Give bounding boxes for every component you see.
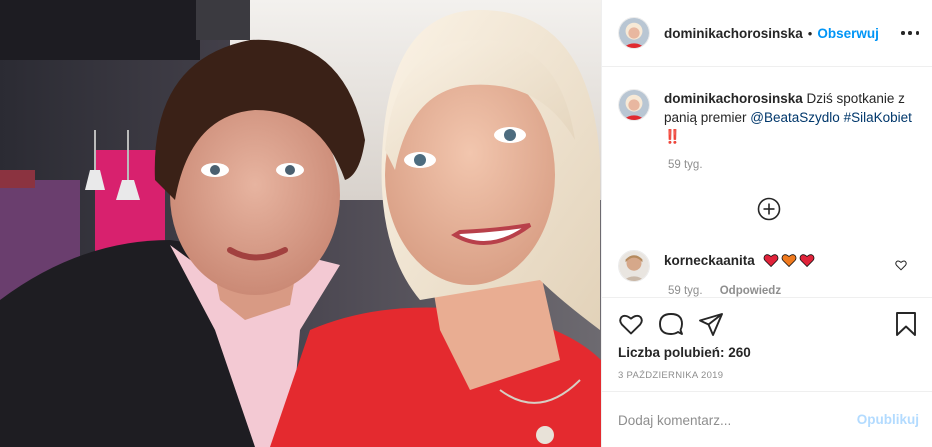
like-heart-icon[interactable] bbox=[618, 311, 644, 337]
commenter-avatar[interactable] bbox=[618, 250, 650, 282]
red-heart-icon bbox=[799, 254, 814, 268]
post-header: dominikachorosinska • Obserwuj bbox=[602, 0, 932, 67]
caption-time[interactable]: 59 tyg. bbox=[668, 159, 703, 171]
comment-like-heart-icon[interactable] bbox=[895, 259, 907, 271]
caption-username[interactable]: dominikachorosinska bbox=[664, 91, 803, 106]
instagram-post: dominikachorosinska • Obserwuj dominikac… bbox=[0, 0, 932, 447]
comment-time[interactable]: 59 tyg. bbox=[668, 285, 703, 297]
author-username[interactable]: dominikachorosinska bbox=[664, 26, 803, 41]
separator-dot: • bbox=[807, 25, 813, 41]
comment-meta: 59 tyg. Odpowiedz bbox=[668, 285, 795, 297]
comment-bubble-icon[interactable] bbox=[658, 311, 684, 337]
load-more-comments-icon[interactable] bbox=[757, 197, 781, 221]
author-avatar[interactable] bbox=[618, 17, 650, 49]
commenter-username[interactable]: korneckaanita bbox=[664, 253, 755, 268]
add-comment-bar: Opublikuj bbox=[602, 391, 932, 447]
heart-emojis bbox=[763, 252, 815, 268]
comment-input[interactable] bbox=[618, 410, 838, 430]
comments-list[interactable]: dominikachorosinska Dziś spotkanie z pan… bbox=[602, 67, 932, 297]
mention-link[interactable]: @BeataSzydlo bbox=[750, 110, 840, 125]
save-bookmark-icon[interactable] bbox=[893, 311, 919, 337]
reply-button[interactable]: Odpowiedz bbox=[720, 285, 781, 297]
red-heart-icon bbox=[763, 254, 778, 268]
comment-item: korneckaanita 59 tyg. Odpowiedz bbox=[618, 250, 918, 297]
orange-heart-icon bbox=[781, 254, 796, 268]
post-date[interactable]: 3 PAŹDZIERNIKA 2019 bbox=[618, 370, 723, 381]
selfie-image bbox=[0, 0, 601, 447]
post-comment-button[interactable]: Opublikuj bbox=[857, 412, 919, 427]
follow-button[interactable]: Obserwuj bbox=[817, 26, 879, 41]
action-icons bbox=[618, 311, 918, 337]
more-options-icon[interactable] bbox=[901, 24, 919, 42]
post-caption: dominikachorosinska Dziś spotkanie z pan… bbox=[618, 89, 918, 171]
post-photo[interactable] bbox=[0, 0, 601, 447]
hashtag-link[interactable]: #SilaKobiet bbox=[844, 110, 912, 125]
share-paper-plane-icon[interactable] bbox=[698, 311, 724, 337]
caption-emoji: ‼️ bbox=[664, 129, 681, 144]
likes-count[interactable]: Liczba polubień: 260 bbox=[618, 345, 751, 360]
caption-text: dominikachorosinska Dziś spotkanie z pan… bbox=[664, 89, 918, 146]
comment-text: korneckaanita bbox=[664, 250, 815, 282]
post-sidebar: dominikachorosinska • Obserwuj dominikac… bbox=[601, 0, 932, 447]
caption-avatar[interactable] bbox=[618, 89, 650, 121]
